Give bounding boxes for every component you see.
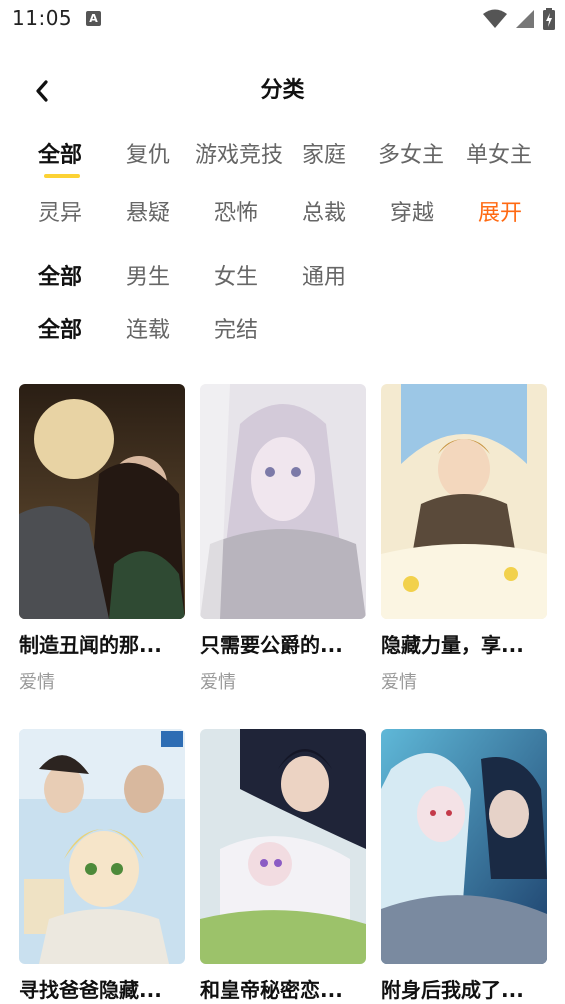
expand-button[interactable]: 展开 [478, 195, 522, 227]
comic-cover-image [19, 384, 185, 619]
comic-title: 制造丑闻的那... [19, 633, 162, 657]
filter-status-all[interactable]: 全部 [38, 312, 82, 344]
filter-audience-all[interactable]: 全部 [38, 259, 82, 291]
filter-genre-single-heroine[interactable]: 单女主 [466, 137, 532, 169]
comic-cover-image [19, 729, 185, 964]
page-title: 分类 [260, 78, 305, 103]
filter-genre-revenge[interactable]: 复仇 [126, 137, 170, 169]
filter-audience-female[interactable]: 女生 [214, 259, 258, 291]
status-filter-row: 全部 连载 完结 [0, 312, 565, 352]
filter-genre-ceo[interactable]: 总裁 [302, 195, 346, 227]
filter-genre-mystery[interactable]: 悬疑 [126, 195, 170, 227]
filter-status-completed[interactable]: 完结 [214, 312, 258, 344]
filter-genre-time-travel[interactable]: 穿越 [390, 195, 434, 227]
filter-status-ongoing[interactable]: 连载 [126, 312, 170, 344]
comic-cover-image [381, 729, 547, 964]
comic-title: 只需要公爵的... [200, 633, 343, 657]
comic-cover-image [200, 729, 366, 964]
comic-title: 寻找爸爸隐藏... [19, 978, 162, 1002]
genre-filter-row-1: 全部 复仇 游戏竞技 家庭 多女主 单女主 [0, 137, 565, 177]
status-bar: 11:05 A [0, 0, 565, 40]
comic-genre: 爱情 [200, 672, 236, 693]
comic-cover-image [200, 384, 366, 619]
audience-filter-row: 全部 男生 女生 通用 [0, 259, 565, 299]
filter-genre-family[interactable]: 家庭 [302, 137, 346, 169]
notification-a-icon: A [86, 11, 101, 26]
battery-icon [543, 8, 555, 30]
comic-cover-image [381, 384, 547, 619]
filter-genre-supernatural[interactable]: 灵异 [38, 195, 82, 227]
filter-genre-horror[interactable]: 恐怖 [214, 195, 258, 227]
wifi-icon [483, 9, 507, 28]
filter-audience-general[interactable]: 通用 [302, 259, 346, 291]
filter-genre-all[interactable]: 全部 [38, 137, 82, 169]
active-filter-indicator [44, 174, 80, 178]
comic-title: 附身后我成了... [381, 978, 524, 1002]
filter-genre-multi-heroine[interactable]: 多女主 [378, 137, 444, 169]
comic-title: 和皇帝秘密恋... [200, 978, 343, 1002]
filter-audience-male[interactable]: 男生 [126, 259, 170, 291]
signal-icon [516, 10, 534, 28]
comic-genre: 爱情 [381, 672, 417, 693]
comic-title: 隐藏力量，享... [381, 633, 524, 657]
status-time: 11:05 [12, 6, 73, 30]
comic-genre: 爱情 [19, 672, 55, 693]
genre-filter-row-2: 灵异 悬疑 恐怖 总裁 穿越 展开 [0, 195, 565, 235]
filter-genre-gaming[interactable]: 游戏竞技 [195, 137, 283, 169]
